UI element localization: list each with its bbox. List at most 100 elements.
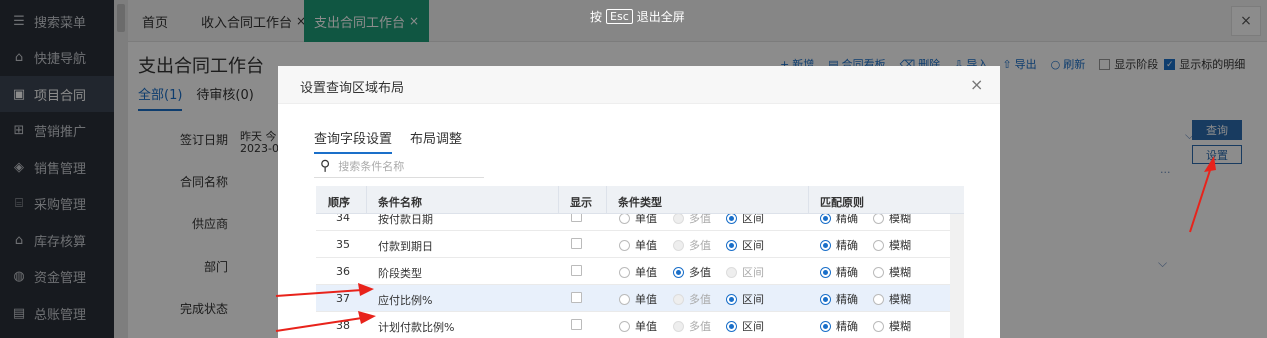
type-option-radio[interactable]: 单值 bbox=[619, 318, 657, 334]
radio-label: 区间 bbox=[742, 266, 764, 279]
radio-label: 精确 bbox=[836, 239, 858, 252]
radio-label: 模糊 bbox=[889, 293, 911, 306]
radio-label: 精确 bbox=[836, 293, 858, 306]
show-checkbox[interactable] bbox=[571, 265, 582, 276]
radio-label: 精确 bbox=[836, 266, 858, 279]
radio-icon bbox=[873, 320, 884, 332]
radio-icon bbox=[673, 212, 684, 224]
row-order: 35 bbox=[336, 238, 350, 251]
row-order: 38 bbox=[336, 319, 350, 332]
radio-label: 单值 bbox=[635, 239, 657, 252]
hint-text: 按 bbox=[590, 10, 603, 24]
esc-key: Esc bbox=[606, 9, 633, 24]
radio-icon bbox=[619, 320, 630, 332]
col-match: 匹配原则 bbox=[820, 196, 864, 209]
radio-icon bbox=[873, 293, 884, 305]
radio-label: 单值 bbox=[635, 293, 657, 306]
radio-icon bbox=[820, 320, 831, 332]
type-option-radio[interactable]: 单值 bbox=[619, 237, 657, 253]
radio-label: 模糊 bbox=[889, 320, 911, 333]
table-row[interactable]: 35 付款到期日 单值 多值 区间 精确 模糊 bbox=[316, 231, 950, 258]
type-option-radio[interactable]: 区间 bbox=[726, 264, 764, 280]
radio-label: 区间 bbox=[742, 293, 764, 306]
row-order: 37 bbox=[336, 292, 350, 305]
close-icon[interactable]: × bbox=[970, 75, 983, 94]
table-row[interactable]: 37 应付比例% 单值 多值 区间 精确 模糊 bbox=[316, 285, 950, 312]
type-option-radio[interactable]: 区间 bbox=[726, 318, 764, 334]
table-row[interactable]: 38 计划付款比例% 单值 多值 区间 精确 模糊 bbox=[316, 312, 950, 338]
radio-icon bbox=[873, 212, 884, 224]
radio-label: 多值 bbox=[689, 293, 711, 306]
dialog-header: 设置查询区域布局 × bbox=[278, 66, 1000, 104]
radio-icon bbox=[873, 266, 884, 278]
radio-icon bbox=[726, 212, 737, 224]
radio-label: 区间 bbox=[742, 320, 764, 333]
radio-icon bbox=[673, 293, 684, 305]
app-root: ☰ 搜索菜单 ⌂ 快捷导航 ▣ 项目合同 ⊞ 营销推广 ◈ 销售管理 ⌸ 采购管理 ⌂ 库存核算 ◍ 资金管理… bbox=[0, 0, 1267, 338]
dialog-title: 设置查询区域布局 bbox=[300, 81, 405, 96]
radio-icon bbox=[820, 293, 831, 305]
search-placeholder: 搜索条件名称 bbox=[338, 159, 405, 173]
radio-icon bbox=[673, 320, 684, 332]
radio-icon bbox=[673, 239, 684, 251]
match-option-radio[interactable]: 模糊 bbox=[873, 291, 911, 307]
show-checkbox[interactable] bbox=[571, 238, 582, 249]
radio-icon bbox=[820, 266, 831, 278]
type-option-radio[interactable]: 区间 bbox=[726, 237, 764, 253]
type-option-radio[interactable]: 单值 bbox=[619, 264, 657, 280]
col-divider bbox=[606, 186, 607, 214]
row-condition-name: 计划付款比例% bbox=[378, 321, 455, 334]
radio-label: 单值 bbox=[635, 266, 657, 279]
table-header: 顺序 条件名称 显示 条件类型 匹配原则 bbox=[316, 186, 964, 214]
col-divider bbox=[558, 186, 559, 214]
fullscreen-hint: 按 Esc 退出全屏 bbox=[590, 8, 685, 25]
radio-icon bbox=[820, 212, 831, 224]
radio-icon bbox=[873, 239, 884, 251]
radio-icon bbox=[820, 239, 831, 251]
hint-text: 退出全屏 bbox=[636, 10, 685, 24]
row-order: 36 bbox=[336, 265, 350, 278]
match-option-radio[interactable]: 模糊 bbox=[873, 237, 911, 253]
type-option-radio[interactable]: 单值 bbox=[619, 291, 657, 307]
type-option-radio[interactable]: 多值 bbox=[673, 264, 711, 280]
radio-icon bbox=[726, 239, 737, 251]
radio-icon bbox=[726, 320, 737, 332]
table-row[interactable]: 36 阶段类型 单值 多值 区间 精确 模糊 bbox=[316, 258, 950, 285]
radio-icon bbox=[726, 293, 737, 305]
tab-query-field-settings[interactable]: 查询字段设置 bbox=[314, 128, 393, 154]
type-option-radio[interactable]: 多值 bbox=[673, 237, 711, 253]
search-icon: ⚲ bbox=[320, 157, 331, 174]
radio-label: 区间 bbox=[742, 239, 764, 252]
match-option-radio[interactable]: 精确 bbox=[820, 291, 858, 307]
tab-layout-adjust[interactable]: 布局调整 bbox=[410, 128, 462, 152]
condition-search[interactable]: ⚲ 搜索条件名称 bbox=[314, 154, 484, 178]
radio-label: 模糊 bbox=[889, 266, 911, 279]
row-condition-name: 阶段类型 bbox=[378, 267, 422, 280]
radio-label: 多值 bbox=[689, 320, 711, 333]
match-option-radio[interactable]: 精确 bbox=[820, 318, 858, 334]
match-option-radio[interactable]: 精确 bbox=[820, 264, 858, 280]
match-option-radio[interactable]: 模糊 bbox=[873, 318, 911, 334]
type-option-radio[interactable]: 区间 bbox=[726, 291, 764, 307]
radio-icon bbox=[726, 266, 737, 278]
type-option-radio[interactable]: 多值 bbox=[673, 291, 711, 307]
table-scrollbar[interactable] bbox=[950, 214, 964, 338]
radio-icon bbox=[673, 266, 684, 278]
show-checkbox[interactable] bbox=[571, 292, 582, 303]
col-divider bbox=[366, 186, 367, 214]
show-checkbox[interactable] bbox=[571, 319, 582, 330]
radio-label: 精确 bbox=[836, 320, 858, 333]
radio-label: 单值 bbox=[635, 320, 657, 333]
layout-settings-dialog: 设置查询区域布局 × 查询字段设置 布局调整 ⚲ 搜索条件名称 34 按付款日期单… bbox=[278, 66, 1000, 338]
col-order: 顺序 bbox=[328, 196, 350, 209]
match-option-radio[interactable]: 精确 bbox=[820, 237, 858, 253]
radio-label: 模糊 bbox=[889, 239, 911, 252]
col-show: 显示 bbox=[570, 196, 592, 209]
col-name: 条件名称 bbox=[378, 196, 422, 209]
type-option-radio[interactable]: 多值 bbox=[673, 318, 711, 334]
row-condition-name: 应付比例% bbox=[378, 294, 433, 307]
row-condition-name: 付款到期日 bbox=[378, 240, 433, 253]
match-option-radio[interactable]: 模糊 bbox=[873, 264, 911, 280]
radio-icon bbox=[619, 293, 630, 305]
radio-label: 多值 bbox=[689, 239, 711, 252]
